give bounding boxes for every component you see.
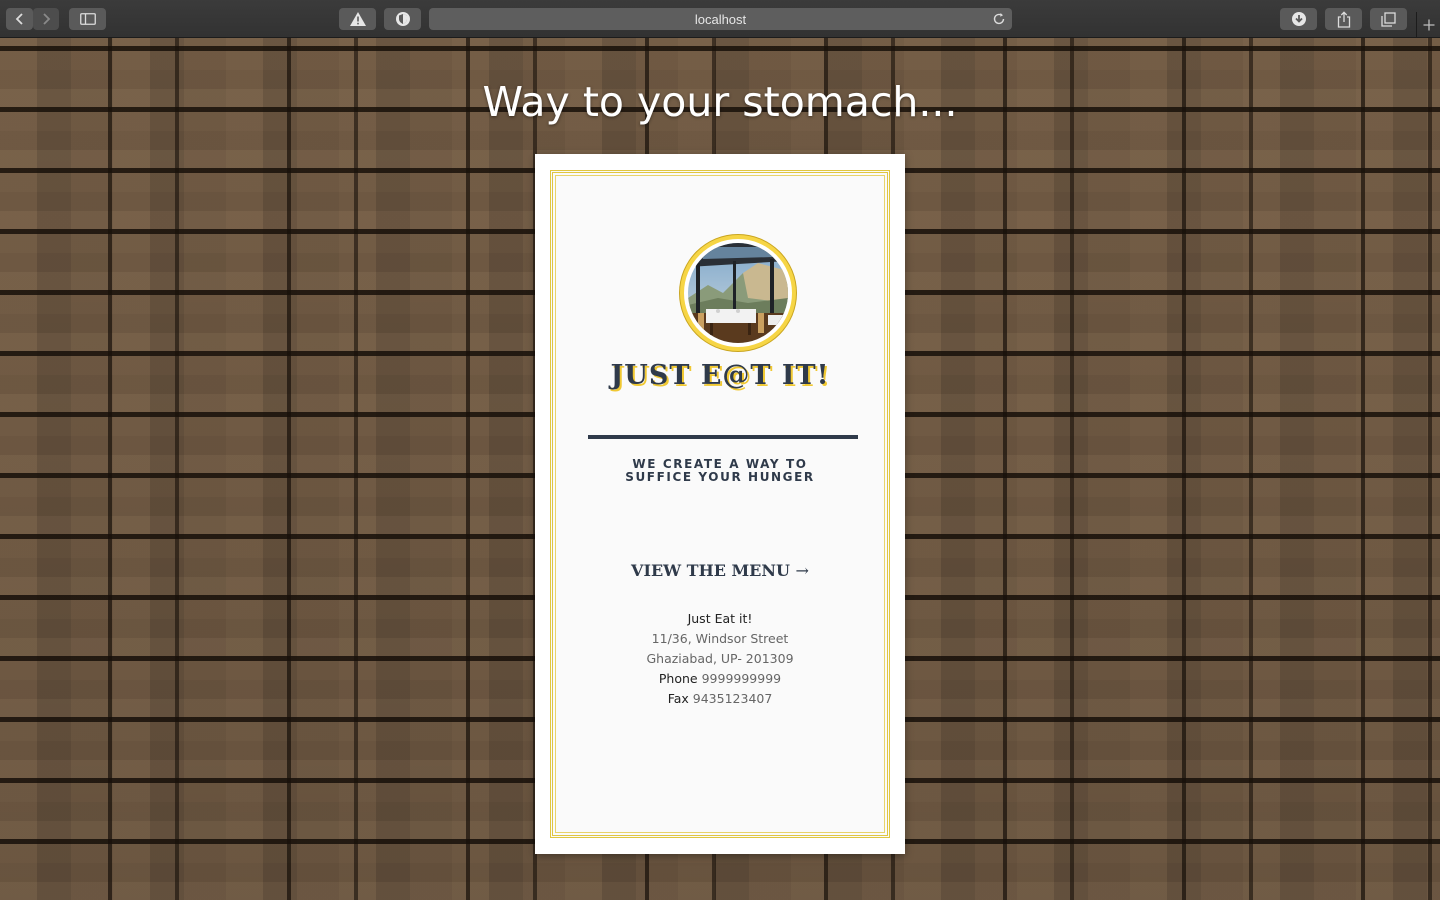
new-tab-button[interactable] [1416, 12, 1440, 38]
divider [588, 435, 858, 439]
warning-button[interactable] [339, 8, 376, 30]
address-street: 11/36, Windsor Street [651, 631, 789, 646]
forward-button[interactable] [33, 8, 59, 30]
share-button[interactable] [1325, 8, 1362, 30]
contact-address: Just Eat it! 11/36, Windsor Street Ghazi… [553, 609, 887, 709]
warning-icon [349, 12, 366, 26]
downloads-button[interactable] [1280, 8, 1317, 30]
arrow-right-icon: → [795, 561, 809, 580]
fax-number: 9435123407 [692, 691, 773, 706]
address-name: Just Eat it! [687, 611, 753, 626]
phone-number: 9999999999 [701, 671, 782, 686]
address-phone: Phone 9999999999 [553, 669, 887, 689]
download-icon [1291, 12, 1306, 26]
fax-label: Fax [667, 691, 689, 706]
restaurant-card: JUST E@T IT! WE CREATE A WAY TO SUFFICE … [535, 154, 905, 854]
forward-icon [43, 13, 51, 25]
privacy-button[interactable] [384, 8, 421, 30]
card-frame: JUST E@T IT! WE CREATE A WAY TO SUFFICE … [550, 170, 890, 838]
view-menu-link[interactable]: VIEW THE MENU → [553, 561, 887, 580]
sidebar-icon [79, 13, 96, 25]
browser-toolbar: localhost [0, 0, 1440, 38]
tagline: WE CREATE A WAY TO SUFFICE YOUR HUNGER [553, 458, 887, 484]
back-icon [15, 13, 23, 25]
page-background: Way to your stomach... JUST E@T IT! WE C… [0, 38, 1440, 900]
phone-label: Phone [658, 671, 698, 686]
sidebar-button[interactable] [69, 8, 106, 30]
tagline-line-2: SUFFICE YOUR HUNGER [625, 470, 815, 484]
privacy-shield-icon [395, 12, 410, 26]
reload-icon[interactable] [992, 12, 1006, 29]
address-bar[interactable]: localhost [429, 8, 1012, 30]
page-headline: Way to your stomach... [482, 78, 958, 126]
address-fax: Fax 9435123407 [553, 689, 887, 709]
back-button[interactable] [6, 8, 33, 30]
tabs-overview-button[interactable] [1370, 8, 1407, 30]
address-city: Ghaziabad, UP- 201309 [646, 651, 794, 666]
tabs-icon [1381, 11, 1396, 27]
restaurant-photo [688, 243, 788, 343]
new-tab-icon [1423, 19, 1435, 31]
address-bar-url: localhost [694, 11, 747, 27]
restaurant-logo [680, 235, 796, 351]
view-menu-label: VIEW THE MENU [631, 561, 790, 580]
brand-name: JUST E@T IT! [610, 360, 830, 391]
share-icon [1337, 10, 1350, 28]
